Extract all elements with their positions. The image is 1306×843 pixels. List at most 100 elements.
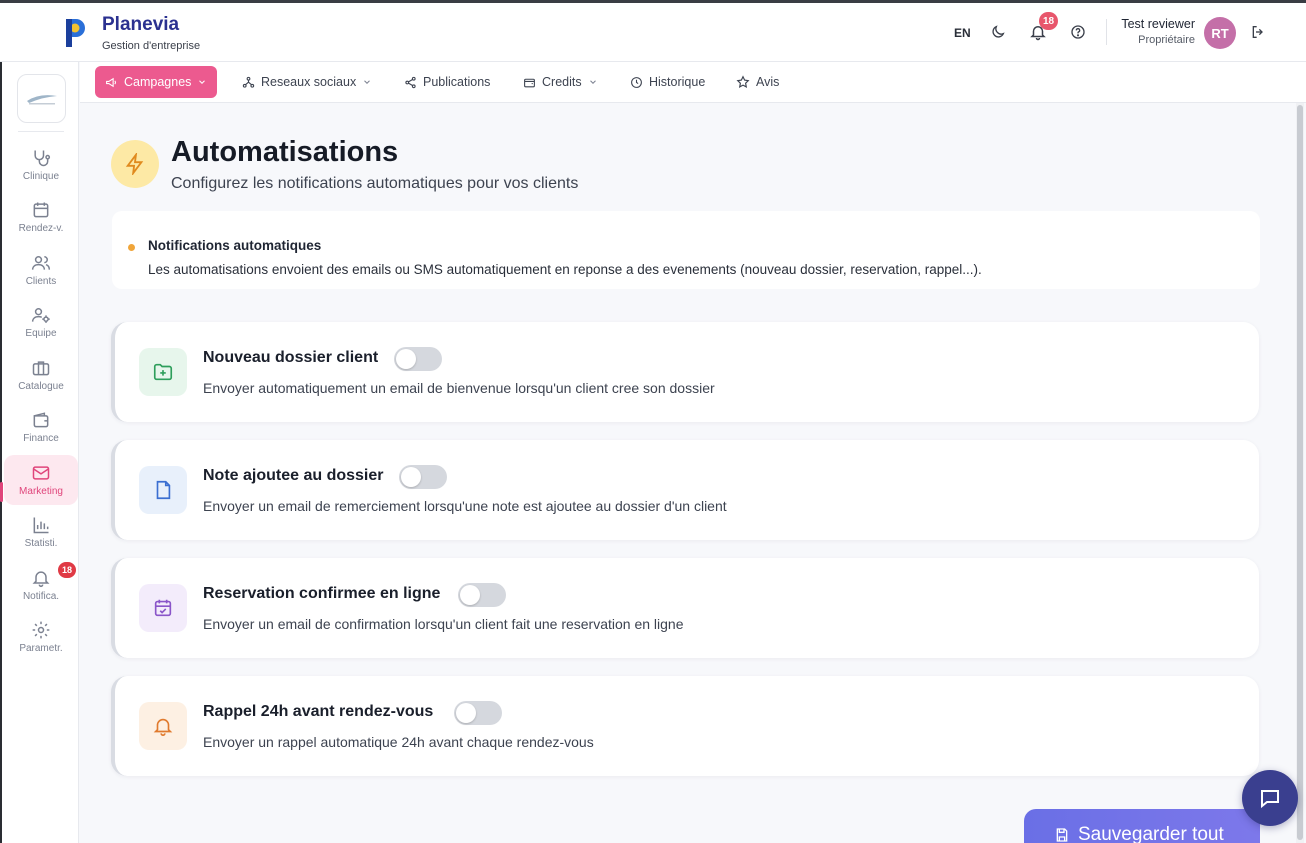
automation-toggle[interactable] bbox=[394, 347, 442, 371]
sidebar-item-clinique[interactable]: Clinique bbox=[4, 140, 78, 190]
sidebar-item-label: Parametr. bbox=[19, 643, 63, 654]
sidebar-active-indicator bbox=[0, 482, 3, 502]
info-banner: Notifications automatiques Les automatis… bbox=[112, 211, 1260, 289]
network-icon bbox=[242, 76, 255, 88]
automation-card-note-ajoutee: Note ajoutee au dossier Envoyer un email… bbox=[111, 440, 1259, 540]
automation-description: Envoyer un rappel automatique 24h avant … bbox=[203, 734, 594, 750]
bell-icon bbox=[139, 702, 187, 750]
clock-icon bbox=[631, 76, 642, 88]
automation-title: Nouveau dossier client bbox=[203, 349, 379, 366]
sidebar-item-clients[interactable]: Clients bbox=[4, 245, 78, 295]
automation-title: Reservation confirmee en ligne bbox=[203, 585, 441, 602]
page-subtitle: Configurez les notifications automatique… bbox=[171, 175, 579, 192]
gear-icon bbox=[32, 621, 50, 639]
page-title: Automatisations bbox=[171, 136, 399, 168]
sidebar-item-label: Marketing bbox=[19, 486, 63, 497]
toggle-knob bbox=[456, 703, 476, 723]
sidebar-item-catalogue[interactable]: Catalogue bbox=[4, 350, 78, 400]
sidebar-item-rendez-vous[interactable]: Rendez-v. bbox=[4, 192, 78, 242]
sidebar-divider bbox=[18, 131, 64, 132]
user-gear-icon bbox=[31, 308, 50, 323]
header-separator bbox=[1106, 19, 1107, 45]
info-dot bbox=[128, 244, 135, 251]
chevron-down-icon bbox=[364, 80, 371, 84]
notification-badge: 18 bbox=[1039, 12, 1059, 30]
sidebar-item-finance[interactable]: Finance bbox=[4, 402, 78, 452]
lightning-icon bbox=[111, 140, 159, 188]
save-all-button[interactable]: Sauvegarder tout bbox=[1024, 809, 1260, 843]
automation-toggle[interactable] bbox=[458, 583, 506, 607]
sidebar-item-label: Statisti. bbox=[24, 538, 58, 549]
marketing-tabs: Campagnes Reseaux sociaux Publications C… bbox=[80, 62, 1306, 103]
folder-plus-icon bbox=[139, 348, 187, 396]
scrollbar-thumb[interactable] bbox=[1297, 105, 1303, 840]
tab-label: Campagnes bbox=[124, 75, 192, 89]
avatar[interactable]: RT bbox=[1204, 17, 1236, 49]
brand-logo-icon[interactable] bbox=[62, 17, 88, 49]
main-content: Automatisations Configurez les notificat… bbox=[80, 103, 1294, 843]
business-logo[interactable] bbox=[17, 74, 66, 123]
calendar-icon bbox=[33, 202, 49, 218]
logout-icon[interactable] bbox=[1248, 22, 1268, 42]
info-title: Notifications automatiques bbox=[148, 238, 322, 253]
toggle-knob bbox=[401, 467, 421, 487]
sidebar-item-marketing[interactable]: Marketing bbox=[4, 455, 78, 505]
help-icon[interactable] bbox=[1068, 22, 1088, 42]
file-icon bbox=[139, 466, 187, 514]
sidebar-item-label: Finance bbox=[23, 433, 59, 444]
share-icon bbox=[405, 76, 416, 88]
stethoscope-icon bbox=[34, 150, 51, 167]
chat-button[interactable] bbox=[1242, 770, 1298, 826]
top-header: Planevia Gestion d'entreprise EN 18 Test… bbox=[0, 3, 1306, 62]
tab-label: Credits bbox=[542, 75, 582, 89]
language-switch[interactable]: EN bbox=[954, 26, 971, 40]
user-name: Test reviewer bbox=[1121, 17, 1195, 31]
users-icon bbox=[31, 256, 51, 270]
sidebar-item-label: Rendez-v. bbox=[18, 223, 64, 234]
automation-description: Envoyer un email de confirmation lorsqu'… bbox=[203, 616, 684, 632]
sidebar-item-label: Catalogue bbox=[18, 381, 64, 392]
chevron-down-icon bbox=[589, 80, 596, 84]
sidebar-item-label: Equipe bbox=[25, 328, 57, 339]
save-button-label: Sauvegarder tout bbox=[1078, 824, 1224, 843]
automation-description: Envoyer automatiquement un email de bien… bbox=[203, 380, 715, 396]
tab-publications[interactable]: Publications bbox=[394, 66, 500, 98]
tab-label: Historique bbox=[649, 75, 706, 89]
automation-toggle[interactable] bbox=[454, 701, 502, 725]
user-role: Propriétaire bbox=[1138, 34, 1195, 46]
sidebar: Clinique Rendez-v. Clients Equipe Catalo… bbox=[0, 62, 79, 843]
tab-reseaux-sociaux[interactable]: Reseaux sociaux bbox=[232, 66, 382, 98]
tab-label: Reseaux sociaux bbox=[261, 75, 357, 89]
brand-name: Planevia bbox=[102, 14, 180, 35]
info-text: Les automatisations envoient des emails … bbox=[148, 262, 982, 277]
automation-card-rappel-24h: Rappel 24h avant rendez-vous Envoyer un … bbox=[111, 676, 1259, 776]
automation-card-nouveau-dossier: Nouveau dossier client Envoyer automatiq… bbox=[111, 322, 1259, 422]
tab-campagnes[interactable]: Campagnes bbox=[95, 66, 218, 98]
tab-label: Publications bbox=[423, 75, 491, 89]
calendar-check-icon bbox=[139, 584, 187, 632]
tab-label: Avis bbox=[756, 75, 780, 89]
automation-description: Envoyer un email de remerciement lorsqu'… bbox=[203, 498, 727, 514]
automation-toggle[interactable] bbox=[399, 465, 447, 489]
sidebar-notification-badge: 18 bbox=[58, 562, 77, 578]
mail-icon bbox=[32, 466, 50, 480]
toggle-knob bbox=[396, 349, 416, 369]
wallet-icon bbox=[33, 412, 49, 428]
chat-icon bbox=[1261, 790, 1279, 809]
wallet-icon bbox=[524, 78, 535, 87]
sidebar-item-equipe[interactable]: Equipe bbox=[4, 297, 78, 347]
tab-historique[interactable]: Historique bbox=[620, 66, 715, 98]
star-icon bbox=[736, 75, 750, 88]
moon-icon[interactable] bbox=[988, 22, 1008, 42]
tab-credits[interactable]: Credits bbox=[513, 66, 608, 98]
sidebar-item-parametres[interactable]: Parametr. bbox=[4, 612, 78, 662]
chevron-down-icon bbox=[199, 80, 206, 84]
toggle-knob bbox=[460, 585, 480, 605]
brand-subtitle: Gestion d'entreprise bbox=[102, 40, 201, 52]
tab-avis[interactable]: Avis bbox=[726, 66, 789, 98]
bell-icon bbox=[32, 571, 50, 588]
sidebar-item-statistiques[interactable]: Statisti. bbox=[4, 507, 78, 557]
sidebar-item-label: Clients bbox=[25, 276, 57, 287]
save-icon bbox=[1056, 828, 1068, 842]
megaphone-icon bbox=[106, 77, 117, 87]
